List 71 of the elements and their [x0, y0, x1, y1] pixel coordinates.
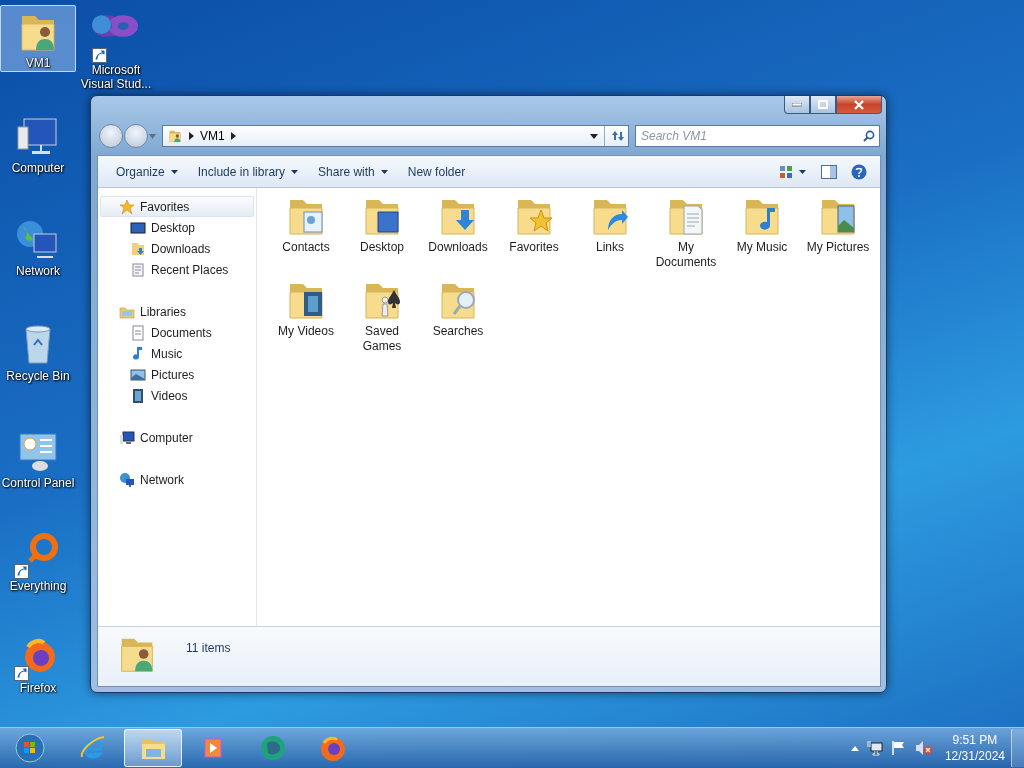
nav-item[interactable]: Recent Places — [100, 259, 254, 280]
search-field[interactable]: Search VM1 — [635, 125, 880, 147]
caret-icon[interactable] — [590, 133, 598, 139]
folder-icon — [167, 128, 183, 144]
computer-icon — [119, 429, 135, 446]
caret-icon[interactable] — [380, 169, 388, 174]
folder-item[interactable]: Favorites — [496, 192, 572, 255]
desktop-icon[interactable]: Control Panel — [0, 425, 76, 492]
nav-item[interactable]: Libraries — [100, 301, 254, 322]
nav-item[interactable]: Pictures — [100, 364, 254, 385]
app-icon — [258, 733, 288, 763]
close-icon[interactable] — [854, 99, 864, 110]
caret-icon[interactable] — [291, 169, 299, 174]
nav-item[interactable]: Desktop — [100, 217, 254, 238]
nav-item[interactable]: Music — [100, 343, 254, 364]
back-button[interactable] — [99, 124, 123, 148]
folder-item[interactable]: My Music — [724, 192, 800, 255]
folder-item[interactable]: Desktop — [344, 192, 420, 255]
film-icon — [130, 387, 146, 404]
caret-icon[interactable] — [170, 169, 178, 174]
nav-item[interactable]: Favorites — [100, 196, 254, 217]
folder-item[interactable]: Links — [572, 192, 648, 255]
flag-icon[interactable] — [890, 740, 907, 756]
refresh-icon[interactable] — [609, 129, 624, 143]
search-icon[interactable] — [863, 130, 875, 142]
folder-icon — [130, 240, 146, 257]
star-icon — [119, 198, 135, 215]
picture-icon — [130, 366, 146, 383]
address-bar[interactable]: VM1 — [162, 125, 629, 147]
show-desktop-button[interactable] — [1011, 729, 1024, 767]
nav-item[interactable]: Network — [100, 469, 254, 490]
nav-item[interactable]: Downloads — [100, 238, 254, 259]
start-button-icon — [15, 733, 45, 763]
folder-item[interactable]: My Videos — [268, 276, 344, 339]
show-hidden-icons-icon[interactable] — [850, 745, 859, 751]
folder-item[interactable]: My Documents — [648, 192, 724, 270]
folder-item[interactable]: Downloads — [420, 192, 496, 255]
breadcrumb-item[interactable]: VM1 — [200, 129, 225, 143]
infinity-logo-icon — [92, 15, 138, 37]
folder-item[interactable]: Saved Games — [344, 276, 420, 354]
network-icon — [119, 471, 135, 488]
item-count: 11 items — [186, 641, 231, 655]
folder-item[interactable]: Searches — [420, 276, 496, 339]
nav-item[interactable]: Computer — [100, 427, 254, 448]
toolbar-button[interactable]: New folder — [399, 160, 474, 183]
close-button[interactable] — [836, 96, 882, 114]
folder-item[interactable]: My Pictures — [800, 192, 876, 255]
desktop-icon[interactable]: Everything — [0, 528, 76, 595]
minimize-button[interactable] — [784, 96, 810, 114]
clock-date[interactable]: 12/31/2024 — [944, 748, 1005, 764]
desktop-icon[interactable]: Microsoft Visual Stud... — [78, 12, 154, 93]
network-icon[interactable] — [866, 740, 883, 756]
folder-item[interactable]: Contacts — [268, 192, 344, 255]
nav-item[interactable]: Documents — [100, 322, 254, 343]
speaker-muted-icon[interactable] — [914, 740, 933, 756]
desktop-icon[interactable]: Recycle Bin — [0, 318, 76, 385]
desktop-icon[interactable]: Network — [0, 213, 76, 280]
nav-item[interactable]: Videos — [100, 385, 254, 406]
maximize-button[interactable] — [810, 96, 836, 114]
taskbar-button[interactable] — [124, 729, 182, 767]
chevron-icon[interactable] — [230, 132, 236, 140]
desktop-icon[interactable]: Computer — [0, 110, 76, 177]
toolbar-button[interactable]: Share with — [310, 160, 396, 183]
monitor-icon — [130, 219, 146, 236]
minimize-icon[interactable] — [792, 102, 802, 107]
document-icon — [130, 261, 146, 278]
toolbar-button[interactable]: Include in library — [189, 160, 307, 183]
forward-button[interactable] — [124, 124, 148, 148]
chevron-icon[interactable] — [189, 132, 194, 140]
toolbar-button[interactable]: Organize — [108, 160, 186, 183]
document-icon — [130, 324, 146, 341]
